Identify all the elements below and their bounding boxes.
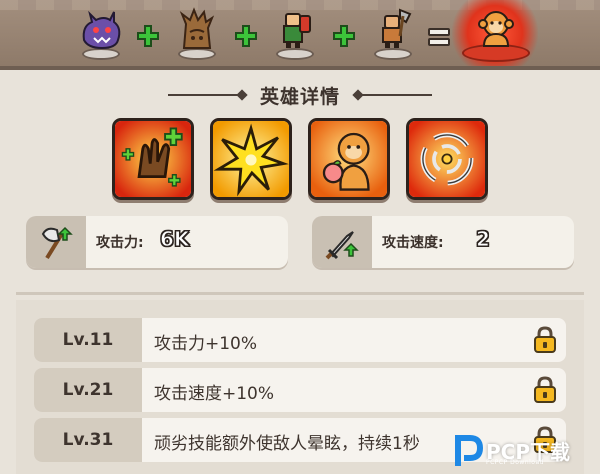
watermark-subtext: PCPCP Download xyxy=(486,459,544,466)
plus-icon xyxy=(333,25,355,47)
monkey-king-icon[interactable] xyxy=(472,6,520,56)
purple-beast-icon xyxy=(82,10,121,50)
level-bonus-text: 攻击速度+10% xyxy=(154,384,275,404)
watermark-logo-icon xyxy=(455,435,484,466)
monkey-peach-skill-icon xyxy=(311,121,387,197)
whirlwind-skill-icon xyxy=(409,121,485,197)
plus-icon xyxy=(137,25,159,47)
hero-details-header: 英雄详情 xyxy=(0,78,600,112)
lock-icon xyxy=(534,326,556,353)
skill-claw[interactable] xyxy=(112,118,194,200)
plus-icon xyxy=(235,25,257,47)
attack-label: 攻击力: xyxy=(96,235,144,251)
site-watermark: PCP下载 PCPCP Download xyxy=(446,426,600,474)
attack-speed-label: 攻击速度: xyxy=(382,235,444,251)
level-label: Lv.31 xyxy=(34,418,142,462)
skill-burst[interactable] xyxy=(210,118,292,200)
lock-icon xyxy=(534,376,556,403)
level-row[interactable]: Lv.11 攻击力+10% xyxy=(34,318,566,362)
attack-icon-box xyxy=(26,216,86,268)
recipe-banner xyxy=(0,0,600,70)
section-divider xyxy=(16,292,584,295)
level-label: Lv.11 xyxy=(34,318,142,362)
ingredient-slot-2[interactable] xyxy=(174,6,220,62)
attack-speed-value: 2 xyxy=(476,227,491,252)
speed-icon-box xyxy=(312,216,372,268)
section-title: 英雄详情 xyxy=(259,85,340,108)
title-ornament-left xyxy=(167,89,248,101)
level-row[interactable]: Lv.21 攻击速度+10% xyxy=(34,368,566,412)
burst-skill-icon xyxy=(213,121,289,197)
equals-icon xyxy=(428,28,450,46)
attack-stat-card: 攻击力: 6K xyxy=(26,216,288,268)
ingredient-slot-4[interactable] xyxy=(370,6,416,62)
level-bonus-text: 顽劣技能额外使敌人晕眩，持续1秒 xyxy=(154,434,420,454)
barbarian-axe-icon xyxy=(382,8,412,48)
level-label: Lv.21 xyxy=(34,368,142,412)
attack-value: 6K xyxy=(159,227,190,252)
claw-skill-icon xyxy=(115,121,191,197)
sword-icon xyxy=(325,231,359,260)
skill-whirlwind[interactable] xyxy=(406,118,488,200)
title-ornament-right xyxy=(352,89,432,101)
level-bonus-text: 攻击力+10% xyxy=(154,334,258,354)
green-warrior-icon xyxy=(283,13,311,48)
skill-monkey-peach[interactable] xyxy=(308,118,390,200)
skill-row xyxy=(0,118,600,202)
axe-icon xyxy=(41,226,73,260)
ingredient-slot-3[interactable] xyxy=(272,6,318,62)
tree-stump-icon xyxy=(179,7,215,49)
ingredient-slot-1[interactable] xyxy=(78,6,124,62)
attack-speed-stat-card: 攻击速度: 2 xyxy=(312,216,574,268)
